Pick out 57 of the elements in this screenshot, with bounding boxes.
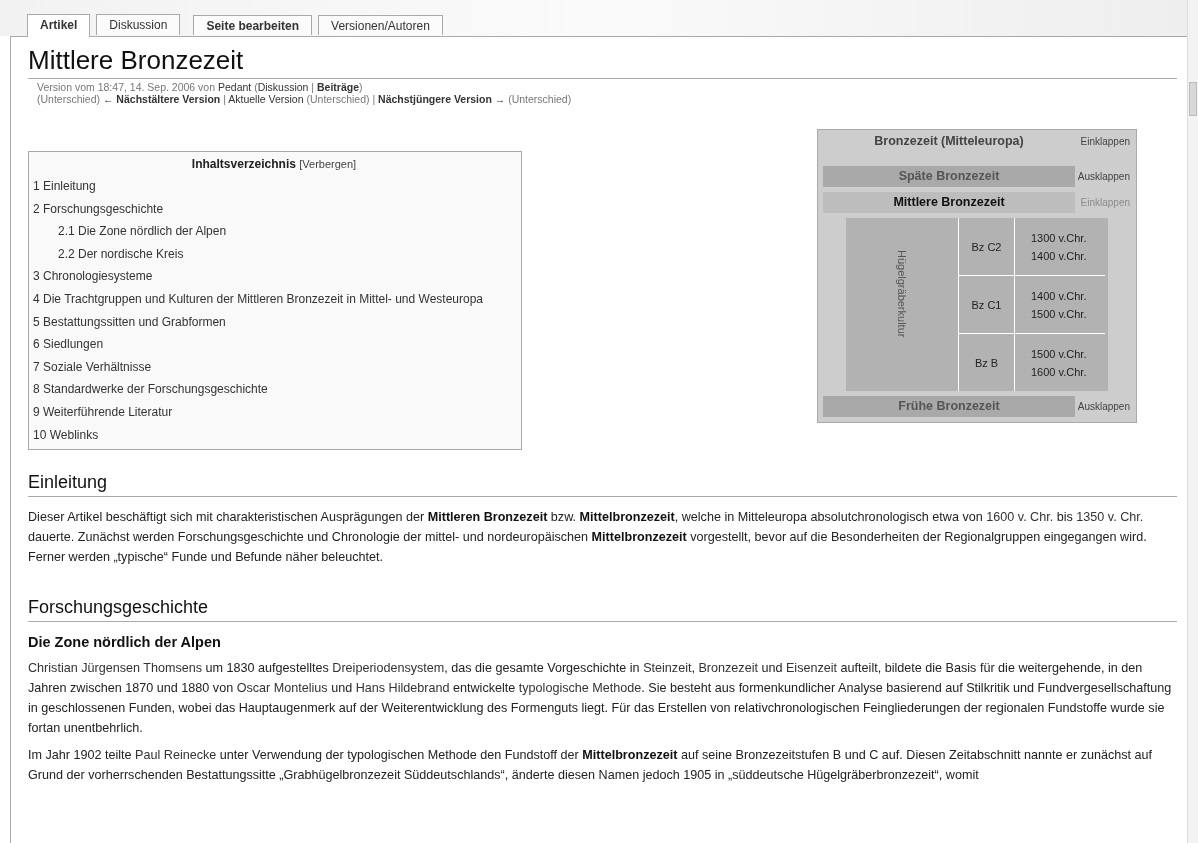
toc-item[interactable]: 2.1 Die Zone nördlich der Alpen <box>33 220 515 243</box>
toc-item[interactable]: 3 Chronologiesysteme <box>33 265 515 288</box>
infobox-title: Bronzezeit (Mitteleuropa) <box>873 134 1025 148</box>
period-bar: Späte Bronzezeit <box>823 166 1075 187</box>
toc-item[interactable]: 4 Die Trachtgruppen und Kulturen der Mittleren Bronzezeit in Mittel- und Westeuropa <box>33 287 515 311</box>
subsection-heading: Die Zone nördlich der Alpen <box>28 634 222 651</box>
toc-item[interactable]: 6 Siedlungen <box>33 333 515 356</box>
toggle-link[interactable]: Ausklappen <box>1075 171 1130 182</box>
stage-cell: Bz B <box>959 333 1015 391</box>
date-label: 1500 v.Chr. <box>1031 307 1088 320</box>
stage-cell: Bz C1 <box>959 275 1015 333</box>
toc-item[interactable]: 10 Weblinks <box>33 423 515 447</box>
date-label: 1500 v.Chr. <box>1031 347 1088 360</box>
culture-label: Hügelgräberkultur <box>846 218 959 391</box>
link[interactable]: Oscar Montelius <box>236 681 328 696</box>
toc-item[interactable]: 9 Weiterführende Literatur <box>33 400 515 424</box>
link[interactable]: Paul Reinecke <box>135 748 217 763</box>
period-bar: Frühe Bronzezeit <box>823 396 1075 417</box>
tab[interactable]: Diskussion <box>96 14 181 35</box>
scrollbar[interactable] <box>1187 0 1198 843</box>
link[interactable]: Aktuelle Version <box>228 93 304 105</box>
date-label: 1400 v.Chr. <box>1031 249 1088 262</box>
toc-title: Inhaltsverzeichnis <box>191 157 296 171</box>
link[interactable]: Eisenzeit <box>785 661 838 676</box>
stage-cell: Bz C2 <box>959 218 1015 275</box>
toc-item[interactable]: 8 Standardwerke der Forschungsgeschichte <box>33 378 515 401</box>
link[interactable]: Bronzezeit <box>698 661 758 676</box>
toc-item[interactable]: 2.2 Der nordische Kreis <box>33 242 515 266</box>
paragraph: Dieser Artikel beschäftigt sich mit charakteristischen Ausprägungen der Mittleren Bronzezeit bzw. Mittelbronzezeit, welche in Mitteleuropa absolutchronologisch etwa von 1600 v. Chr. bis 1350 v. Chr. dauerte. Zunächst werden Forschungsgeschichte und Chronologie der mittel- und nordeuropäischen Mittelbronzezeit vorgestellt, bevor auf die Besonderheiten der Regionalgruppen eingegangen wird. Ferner werden „typische“ Funde und Befunde näher beleuchtet. <box>28 509 1148 567</box>
paragraph: Im Jahr 1902 teilte Paul Reinecke unter Verwendung der typologischen Methode den Fundstoff der Mittelbronzezeit auf seine Bronzezeitstufen B und C auf. Diesen Zeitabschnitt nannte er zunächst auf Grund der vorherrschenden Bestattungssitte „Grabhügelbronzezeit Süddeutschlands“, änderte diesen Namen jedoch 1905 in „süddeutsche Hügelgräberbronzezeit“, womit <box>28 747 1154 785</box>
toggle-link[interactable]: Ausklappen <box>1075 401 1130 412</box>
revision-info: Version vom 18:47, 14. Sep. 2006 von Pedant (Diskussion | Beiträge) <box>37 81 364 93</box>
toc-item[interactable]: 7 Soziale Verhältnisse <box>33 355 515 379</box>
link[interactable]: ← Nächstältere Version <box>102 93 221 105</box>
link[interactable]: 1350 v. Chr. <box>1076 510 1144 525</box>
toc-item[interactable]: 2 Forschungsgeschichte <box>33 197 515 221</box>
section-heading: Einleitung <box>28 472 1177 498</box>
tab[interactable]: Seite bearbeiten <box>193 15 313 35</box>
section-heading: Forschungsgeschichte <box>28 597 1177 623</box>
link[interactable]: Hans Hildebrand <box>355 681 450 696</box>
paragraph: Christian Jürgensen Thomsens um 1830 aufgestelltes Dreiperiodensystem, das die gesamte Vorgeschichte in Steinzeit, Bronzezeit und Eisenzeit aufteilt, bildete die Basis für die weitergehende, in den Jahren zwischen 1870 und 1880 von Oscar Montelius und Hans Hildebrand entwickelte typologische Methode. Sie besteht aus formenkundlicher Analyse basierend auf Stilkritik und Fundvergesellschaftung in geschlossenen Funden, wobei das Hauptaugenmerk auf der Weiterentwicklung des Formenguts liegt. Für das Erstellen von relativchronologischen Feingliederungen der regionalen Fundstoffe wurde sie fortan unentbehrlich. <box>28 660 1173 738</box>
period-bar: Mittlere Bronzezeit <box>823 192 1075 213</box>
date-label: 1400 v.Chr. <box>1031 289 1088 302</box>
tab[interactable]: Versionen/Autoren <box>318 15 443 35</box>
tab[interactable]: Artikel <box>27 14 91 37</box>
link[interactable]: 1600 v. Chr. <box>986 510 1054 525</box>
link[interactable]: Pedant <box>217 81 252 93</box>
revision-info: (Unterschied) ← Nächstältere Version | Aktuelle Version (Unterschied) | Nächstjüngere Version → (Unterschied) <box>37 93 573 105</box>
toc-item[interactable]: 5 Bestattungssitten und Grabformen <box>33 310 515 334</box>
link[interactable]: Christian Jürgensen Thomsens <box>28 661 203 676</box>
collapse-link[interactable]: Einklappen <box>1075 135 1130 147</box>
page-title: Mittlere Bronzezeit <box>28 41 1177 79</box>
link[interactable]: Nächstjüngere Version → <box>378 93 506 105</box>
toc-item[interactable]: 1 Einleitung <box>33 175 515 198</box>
hide-link[interactable]: [Verbergen] <box>299 158 357 170</box>
date-label: 1300 v.Chr. <box>1031 231 1088 244</box>
date-label: 1600 v.Chr. <box>1031 365 1088 378</box>
